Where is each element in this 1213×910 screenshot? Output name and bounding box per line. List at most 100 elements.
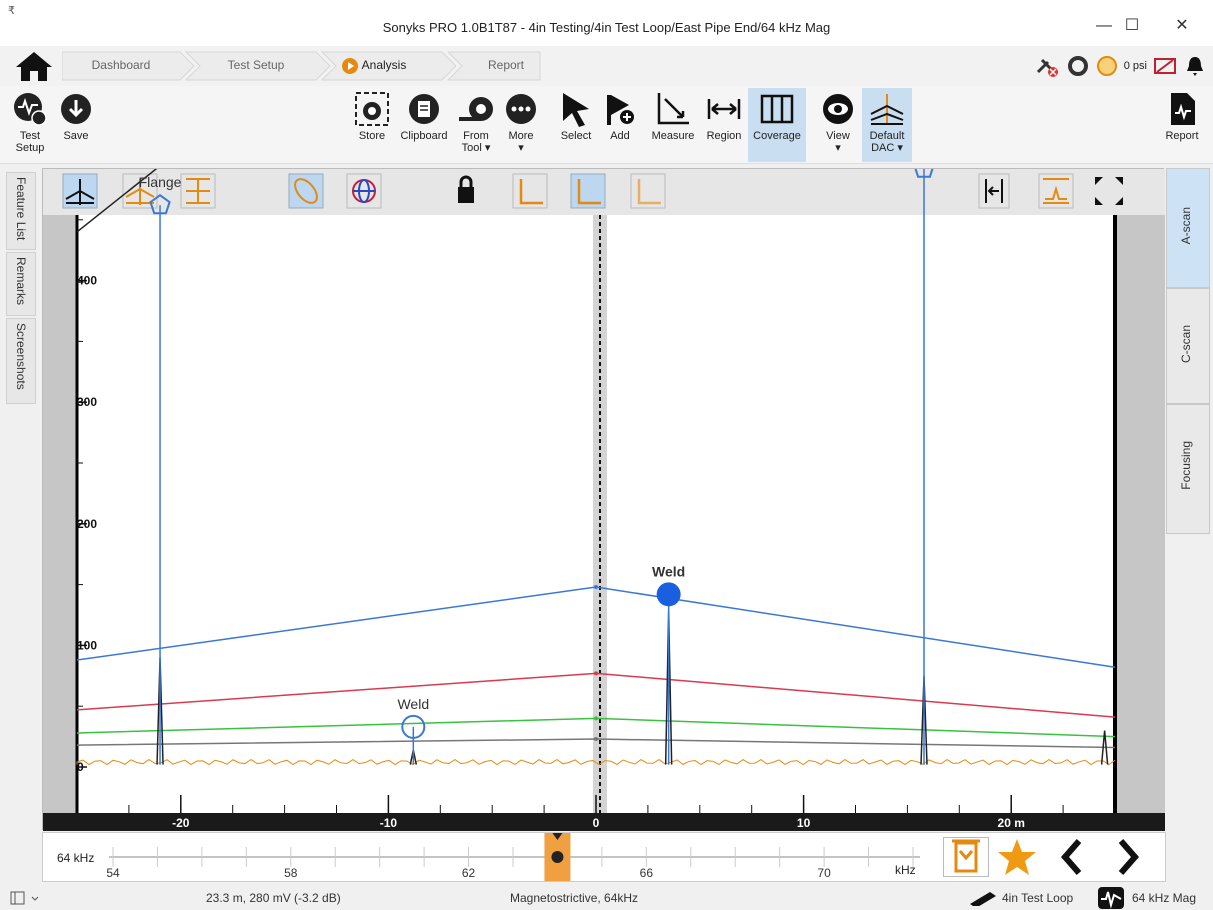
- test-setup-icon: [14, 93, 47, 126]
- crumb-analysis[interactable]: Analysis: [356, 51, 412, 79]
- right-tab-strip: A-scan C-scan Focusing: [1166, 168, 1210, 538]
- status-icons: 0 psi: [1034, 52, 1205, 80]
- x-tick-label: 0: [593, 816, 600, 830]
- y-tick-label: 200: [77, 517, 97, 531]
- test-setup-button[interactable]: Test Setup: [10, 88, 50, 162]
- view-button[interactable]: View ▾: [818, 88, 858, 162]
- y-tick-label: 400: [77, 274, 97, 288]
- y-tick-label: 300: [77, 395, 97, 409]
- y-tick-label: 100: [77, 638, 97, 652]
- freq-tick-label: 70: [817, 866, 831, 880]
- freq-tick-label: 58: [284, 866, 298, 880]
- system-menu-icon[interactable]: ₹: [8, 4, 15, 17]
- pressure-readout: 0 psi: [1123, 60, 1147, 72]
- default-dac-button[interactable]: Default DAC ▾: [862, 88, 912, 162]
- feature-label: Flange: [139, 174, 182, 190]
- clipboard-button[interactable]: Clipboard: [396, 88, 452, 162]
- loop-name[interactable]: 4in Test Loop: [1002, 891, 1073, 905]
- frequency-current-label: 64 kHz: [57, 851, 95, 865]
- pressure-gauge-icon[interactable]: [1096, 55, 1118, 77]
- center-band: [593, 215, 607, 813]
- dac-vertex: [594, 737, 598, 742]
- clipboard-icon: [409, 94, 439, 124]
- frequency-unit: kHz: [895, 863, 916, 877]
- right-dead-zone: [1115, 215, 1165, 813]
- waveform-icon: [1098, 887, 1124, 909]
- maximize-button[interactable]: ☐: [1112, 14, 1152, 38]
- ribbon-toolbar: Test Setup Save Store Clipboard From Too…: [0, 86, 1213, 164]
- scan-name[interactable]: 64 kHz Mag: [1132, 891, 1196, 905]
- next-button[interactable]: [1105, 837, 1151, 877]
- chevron-right-icon: [1118, 839, 1139, 875]
- close-button[interactable]: ✕: [1162, 14, 1202, 38]
- left-tab-strip: Feature List Remarks Screenshots: [6, 172, 38, 404]
- dac-vertex: [594, 585, 598, 590]
- x-tick-label: -20: [172, 816, 190, 830]
- coverage-icon: [760, 94, 794, 124]
- camera-icon: [355, 92, 389, 126]
- mode-readout: Magnetostrictive, 64kHz: [510, 891, 639, 905]
- select-button[interactable]: Select: [556, 88, 596, 162]
- tab-c-scan[interactable]: C-scan: [1166, 288, 1210, 404]
- region-icon: [707, 99, 741, 119]
- eye-icon: [823, 94, 853, 124]
- dac-icon: [870, 94, 904, 125]
- tab-screenshots[interactable]: Screenshots: [6, 318, 36, 404]
- bookmark-down-icon: [952, 839, 980, 873]
- ascan-chart[interactable]: 500 mV4003002001000 FlangeWeldWeldFlange…: [43, 169, 1165, 831]
- battery-icon[interactable]: [1153, 55, 1179, 77]
- weld-marker-selected[interactable]: [656, 582, 681, 607]
- save-icon: [61, 94, 91, 124]
- crumb-dashboard[interactable]: Dashboard: [82, 51, 160, 79]
- feature-label: Weld: [397, 696, 429, 712]
- store-button[interactable]: Store: [350, 88, 394, 162]
- crumb-test-setup[interactable]: Test Setup: [214, 51, 298, 79]
- favorite-button[interactable]: [995, 837, 1041, 877]
- dac-vertex: [594, 716, 598, 721]
- chevron-left-icon: [1061, 839, 1082, 875]
- save-button[interactable]: Save: [56, 88, 96, 162]
- previous-button[interactable]: [1051, 837, 1097, 877]
- region-button[interactable]: Region: [702, 88, 746, 162]
- title-bar: ₹ Sonyks PRO 1.0B1T87 - 4in Testing/4in …: [0, 0, 1213, 46]
- status-bar: 23.3 m, 280 mV (-3.2 dB) Magnetostrictiv…: [0, 886, 1213, 910]
- breadcrumb-nav: Dashboard Test Setup Analysis Report 0 p…: [0, 46, 1213, 86]
- report-button[interactable]: Report: [1160, 88, 1204, 162]
- tape-measure-icon: [459, 97, 493, 121]
- frequency-slider[interactable]: 54 58 62 66 70: [105, 833, 925, 881]
- frequency-bar: 64 kHz 54 58 62 66 70 kHz: [42, 832, 1166, 882]
- x-tick-label: 20 m: [998, 816, 1025, 830]
- from-tool-button[interactable]: From Tool ▾: [456, 88, 496, 162]
- add-flag-icon: [607, 95, 634, 125]
- cursor-readout: 23.3 m, 280 mV (-3.2 dB): [206, 891, 341, 905]
- freq-tick-label: 66: [640, 866, 654, 880]
- coverage-button[interactable]: Coverage: [748, 88, 806, 162]
- measure-icon: [657, 93, 689, 125]
- tab-feature-list[interactable]: Feature List: [6, 172, 36, 250]
- sync-icon[interactable]: [1066, 54, 1090, 78]
- ellipse-toggle[interactable]: [288, 173, 324, 209]
- tab-a-scan[interactable]: A-scan: [1166, 168, 1210, 288]
- freq-tick-label: 62: [462, 866, 476, 880]
- feature-label: Weld: [652, 563, 685, 579]
- panel-toggle-icon[interactable]: [10, 890, 44, 906]
- x-tick-label: -10: [380, 816, 398, 830]
- tab-focusing[interactable]: Focusing: [1166, 404, 1210, 534]
- more-icon: [506, 94, 536, 124]
- tab-remarks[interactable]: Remarks: [6, 252, 36, 316]
- report-icon: [1171, 93, 1195, 125]
- more-button[interactable]: More ▾: [500, 88, 542, 162]
- measure-button[interactable]: Measure: [646, 88, 700, 162]
- pipe-icon: [970, 892, 996, 906]
- bookmark-button[interactable]: [943, 837, 989, 877]
- x-tick-label: 10: [797, 816, 811, 830]
- ascan-panel: 500 mV4003002001000 FlangeWeldWeldFlange…: [42, 168, 1165, 831]
- add-button[interactable]: Add: [600, 88, 640, 162]
- freq-thumb[interactable]: [551, 851, 564, 863]
- home-icon[interactable]: [14, 50, 54, 82]
- freq-tick-label: 54: [106, 866, 120, 880]
- dac-vertex: [594, 671, 598, 676]
- bell-icon[interactable]: [1185, 55, 1205, 77]
- crumb-report[interactable]: Report: [474, 51, 538, 79]
- disconnected-plug-icon[interactable]: [1034, 54, 1060, 78]
